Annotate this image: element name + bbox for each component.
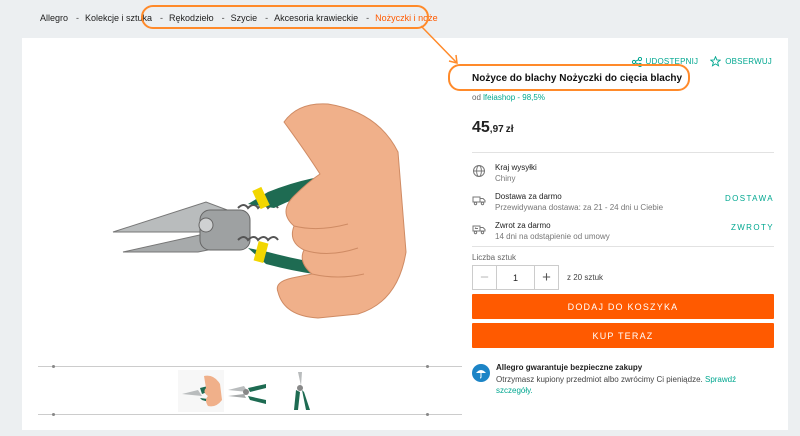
add-to-cart-button[interactable]: DODAJ DO KOSZYKA	[472, 294, 774, 319]
strip-dot	[52, 413, 55, 416]
breadcrumb-item-szycie[interactable]: - Szycie	[214, 13, 258, 23]
strip-dot	[426, 413, 429, 416]
strip-dot	[52, 365, 55, 368]
thumbnail-2[interactable]	[224, 370, 270, 412]
umbrella-icon	[472, 364, 490, 382]
divider	[472, 152, 774, 153]
follow-button[interactable]: OBSERWUJ	[710, 56, 772, 67]
product-main-image[interactable]	[88, 92, 408, 352]
quantity-label: Liczba sztuk	[472, 253, 517, 262]
quantity-stepper: − + z 20 sztuk	[472, 265, 603, 290]
divider	[472, 246, 774, 247]
seller-link[interactable]: lfeiashop - 98,5%	[483, 93, 545, 102]
thumbnail-1[interactable]	[178, 370, 224, 412]
product-price: 45,97 zł	[472, 119, 514, 136]
delivery-link[interactable]: DOSTAWA	[725, 194, 774, 212]
thumbnail-3[interactable]	[278, 370, 324, 412]
seller-info: od lfeiashop - 98,5%	[472, 93, 545, 102]
truck-icon	[472, 196, 486, 206]
breadcrumb-item-kolekcje[interactable]: - Kolekcje i sztuka	[68, 13, 152, 23]
breadcrumb: Allegro - Kolekcje i sztuka - Rękodzieło -…	[40, 11, 438, 25]
thumbnail-strip-bottom-line	[38, 414, 462, 415]
strip-dot	[426, 365, 429, 368]
star-icon	[710, 56, 722, 67]
shipping-country-row: Kraj wysyłki Chiny	[472, 163, 774, 183]
thumbnail-strip	[38, 365, 462, 416]
quantity-available: z 20 sztuk	[567, 273, 604, 282]
globe-icon	[473, 165, 485, 177]
quantity-input[interactable]	[497, 265, 534, 290]
share-button[interactable]: UDOSTĘPNIJ	[631, 56, 699, 67]
breadcrumb-item-allegro[interactable]: Allegro	[40, 13, 68, 23]
breadcrumb-item-rekodzielo[interactable]: - Rękodzieło	[152, 13, 214, 23]
returns-row: Zwrot za darmo 14 dni na odstąpienie od …	[472, 221, 774, 241]
thumbnail-strip-top-line	[38, 366, 462, 367]
returns-link[interactable]: ZWROTY	[731, 223, 774, 241]
product-actions: UDOSTĘPNIJ OBSERWUJ	[631, 56, 772, 67]
product-title: Nożyce do blachy Nożyczki do cięcia blac…	[472, 73, 683, 84]
share-icon	[631, 56, 642, 67]
safe-purchase-guarantee: Allegro gwarantuje bezpieczne zakupy Otr…	[472, 363, 774, 396]
quantity-increase-button[interactable]: +	[534, 265, 559, 290]
return-truck-icon	[472, 225, 486, 235]
delivery-row: Dostawa za darmo Przewidywana dostawa: z…	[472, 192, 774, 212]
breadcrumb-item-nozyczki[interactable]: - Nożyczki i noże	[358, 13, 438, 23]
quantity-decrease-button[interactable]: −	[472, 265, 497, 290]
buy-now-button[interactable]: KUP TERAZ	[472, 323, 774, 348]
breadcrumb-item-akcesoria[interactable]: - Akcesoria krawieckie	[257, 13, 358, 23]
